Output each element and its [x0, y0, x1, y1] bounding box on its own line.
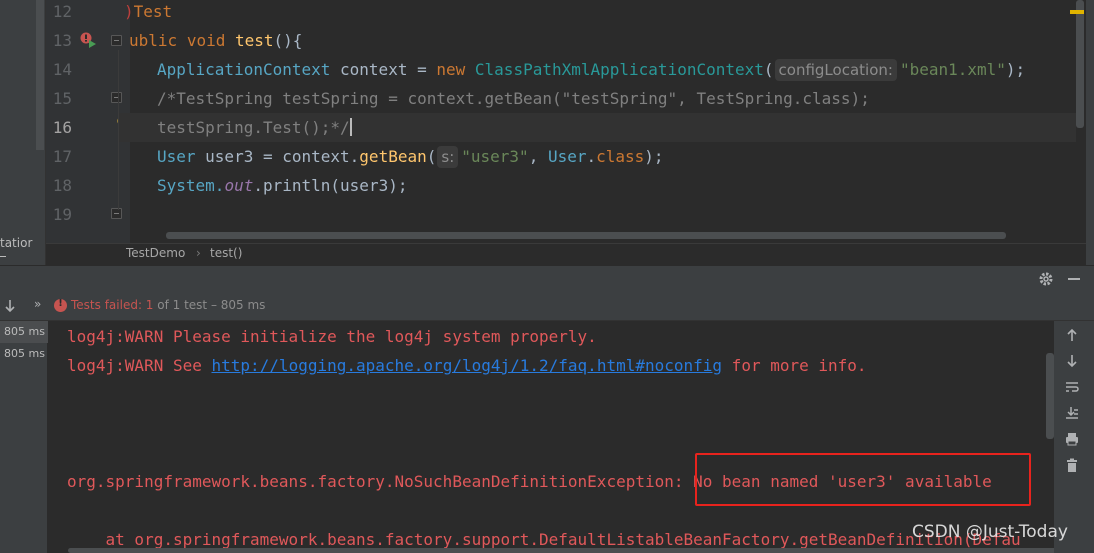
more-actions-chevron-icon[interactable]: » [34, 297, 41, 311]
editor-horizontal-scrollbar[interactable] [166, 232, 1006, 239]
gear-icon[interactable] [1038, 271, 1054, 287]
warning-marker-icon[interactable] [1070, 10, 1084, 14]
test-results-tree: 805 ms 805 ms [0, 321, 48, 553]
console-output[interactable]: log4j:WARN Please initialize the log4j s… [48, 321, 1054, 553]
code-line-14: ApplicationContext context = new ClassPa… [157, 59, 1026, 81]
left-strip-label: tatior [0, 236, 33, 250]
parameter-hint: s: [437, 146, 459, 168]
run-tool-window-header [0, 265, 1094, 291]
line-number: 14 [52, 60, 72, 79]
parameter-hint: configLocation: [774, 59, 897, 81]
line-number: 12 [52, 2, 72, 21]
code-line-12: )Test [124, 2, 173, 21]
breadcrumb-class[interactable]: TestDemo [126, 246, 185, 260]
code-editor[interactable]: tatior 12 13 14 15 16 17 18 19 )Test ubl… [0, 0, 1094, 265]
code-line-13: ublic void test(){ [129, 31, 303, 50]
clear-trash-icon[interactable] [1064, 457, 1080, 473]
scroll-to-end-icon[interactable] [1064, 405, 1080, 421]
breadcrumb-method[interactable]: test() [210, 246, 242, 260]
code-line-18: System.out.println(user3); [157, 176, 408, 195]
console-vertical-scrollbar[interactable] [1046, 353, 1054, 439]
test-tree-row[interactable]: 805 ms [0, 321, 48, 343]
print-icon[interactable] [1064, 431, 1080, 447]
watermark: CSDN @Just-Today [912, 522, 1068, 542]
console-line: log4j:WARN Please initialize the log4j s… [67, 327, 597, 346]
left-tool-strip: tatior [0, 0, 46, 265]
annotation-highlight-box [695, 453, 1031, 506]
code-line-15: /*TestSpring testSpring = context.getBea… [157, 89, 870, 108]
line-number: 18 [52, 176, 72, 195]
line-number: 15 [52, 89, 72, 108]
noconfig-link[interactable]: http://logging.apache.org/log4j/1.2/faq.… [212, 356, 723, 375]
minimize-icon[interactable] [1068, 278, 1080, 280]
indent-guide [118, 50, 119, 210]
text-caret [349, 118, 352, 136]
test-status-failed: Tests failed: 1 [71, 298, 154, 312]
line-number: 13 [52, 31, 72, 50]
breadcrumb-separator: › [196, 246, 201, 260]
run-toolbar: » Tests failed: 1 of 1 test – 805 ms [0, 291, 1094, 321]
line-number: 17 [52, 147, 72, 166]
run-test-failed-icon[interactable] [80, 31, 98, 49]
test-status: Tests failed: 1 of 1 test – 805 ms [71, 298, 265, 312]
right-tool-strip[interactable] [1086, 0, 1094, 265]
left-strip-dash [0, 256, 6, 257]
code-text-area[interactable]: )Test ublic void test(){ ApplicationCont… [118, 0, 1076, 232]
line-number: 16 [52, 118, 72, 137]
console-side-toolbar [1054, 321, 1094, 553]
code-line-17: User user3 = context.getBean(s: "user3", … [157, 146, 664, 168]
test-failed-icon [54, 298, 67, 312]
breadcrumb: TestDemo › test() [46, 243, 1086, 265]
line-number: 19 [52, 205, 72, 224]
soft-wrap-icon[interactable] [1064, 379, 1080, 395]
console-line: log4j:WARN See http://logging.apache.org… [67, 356, 867, 375]
left-strip-scrollbar[interactable] [36, 0, 44, 150]
console-horizontal-scrollbar[interactable] [68, 548, 1054, 553]
arrow-down-icon[interactable] [1064, 353, 1080, 369]
code-line-16: testSpring.Test();*/ [157, 118, 352, 137]
arrow-down-icon[interactable] [4, 298, 16, 314]
editor-vertical-scrollbar[interactable] [1076, 0, 1084, 128]
test-tree-row[interactable]: 805 ms [0, 343, 48, 365]
arrow-up-icon[interactable] [1064, 327, 1080, 343]
test-status-summary: of 1 test – 805 ms [153, 298, 266, 312]
